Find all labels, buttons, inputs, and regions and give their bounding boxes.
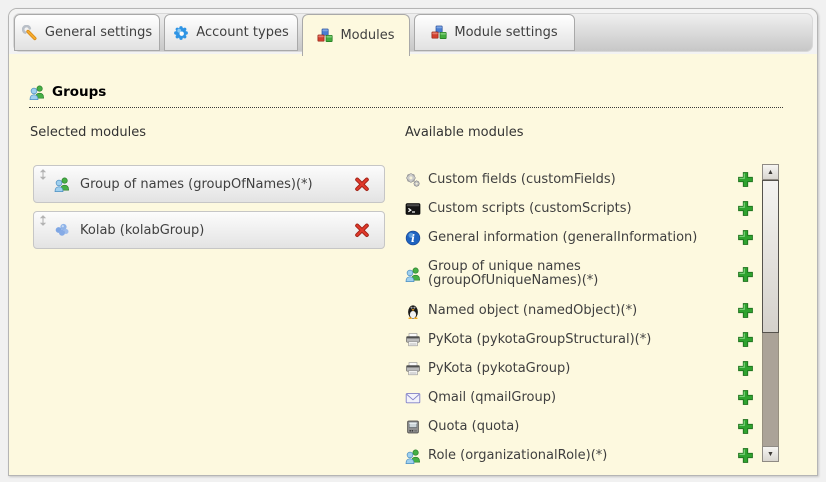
available-module-label: Quota (quota)	[428, 419, 519, 434]
remove-icon	[354, 176, 370, 192]
tab-bar: General settings Account types Modules Modu…	[13, 13, 813, 52]
tab-general-settings[interactable]: General settings	[14, 14, 160, 51]
available-module-label: Role (organizationalRole)(*)	[428, 448, 607, 463]
tab-account-types[interactable]: Account types	[164, 14, 298, 51]
available-modules-list: Custom fields (customFields) Custom scrip…	[405, 165, 756, 470]
add-module-button[interactable]	[737, 302, 754, 319]
penguin-icon	[405, 303, 421, 319]
available-module-row: Quota (quota)	[405, 412, 756, 441]
plus-icon	[737, 200, 754, 217]
available-module-row: Named object (namedObject)(*)	[405, 296, 756, 325]
kolab-icon	[54, 222, 70, 238]
available-modules-label: Available modules	[405, 125, 523, 140]
tab-module-settings[interactable]: Module settings	[414, 14, 575, 51]
group-icon	[405, 448, 421, 464]
selected-modules-label: Selected modules	[30, 125, 146, 140]
printer-icon	[405, 332, 421, 348]
tab-label: Module settings	[454, 25, 557, 40]
add-module-button[interactable]	[737, 229, 754, 246]
scroll-down-icon: ▼	[767, 451, 774, 458]
available-module-row: Group of unique names (groupOfUniqueName…	[405, 252, 756, 296]
plus-icon	[737, 229, 754, 246]
add-module-button[interactable]	[737, 200, 754, 217]
add-module-button[interactable]	[737, 360, 754, 377]
scrollbar-thumb[interactable]	[762, 180, 779, 333]
available-module-row: Custom fields (customFields)	[405, 165, 756, 194]
group-icon	[29, 84, 45, 100]
printer-icon	[405, 361, 421, 377]
drag-handle-icon[interactable]	[39, 169, 47, 180]
envelope-icon	[405, 390, 421, 406]
modules-icon	[431, 25, 447, 41]
available-module-label: Group of unique names (groupOfUniqueName…	[428, 260, 633, 288]
disk-icon	[405, 419, 421, 435]
plus-icon	[737, 447, 754, 464]
plus-icon	[737, 331, 754, 348]
available-module-label: Qmail (qmailGroup)	[428, 390, 556, 405]
section-title: Groups	[52, 84, 106, 100]
available-module-label: PyKota (pykotaGroup)	[428, 361, 570, 376]
available-module-row: PyKota (pykotaGroupStructural)(*)	[405, 325, 756, 354]
drag-handle-icon[interactable]	[39, 215, 47, 226]
tab-label: Modules	[340, 28, 394, 43]
remove-icon	[354, 222, 370, 238]
plus-icon	[737, 171, 754, 188]
group-icon	[405, 266, 421, 282]
scroll-up-icon: ▲	[767, 169, 774, 176]
plus-icon	[737, 266, 754, 283]
tab-band: General settings Account types Modules Modu…	[9, 9, 817, 54]
add-module-button[interactable]	[737, 389, 754, 406]
plus-icon	[737, 360, 754, 377]
group-icon	[54, 176, 70, 192]
scroll-up-button[interactable]: ▲	[762, 164, 779, 180]
add-module-button[interactable]	[737, 447, 754, 464]
available-module-row: PyKota (pykotaGroup)	[405, 354, 756, 383]
section-header: Groups	[29, 84, 783, 108]
selected-module-row: Group of names (groupOfNames)(*)	[33, 165, 385, 203]
selected-modules-list: Group of names (groupOfNames)(*) Kolab (k…	[33, 165, 385, 249]
tab-modules[interactable]: Modules	[302, 14, 410, 56]
available-module-label: Custom fields (customFields)	[428, 172, 616, 187]
add-module-button[interactable]	[737, 171, 754, 188]
gear-icon	[173, 25, 189, 41]
available-module-row: i General information (generalInformation…	[405, 223, 756, 252]
scrollbar: ▲ ▼	[762, 164, 779, 462]
selected-module-label: Group of names (groupOfNames)(*)	[80, 177, 313, 192]
remove-module-button[interactable]	[354, 176, 370, 192]
available-module-label: General information (generalInformation)	[428, 230, 697, 245]
screen: General settings Account types Modules Modu…	[0, 0, 826, 482]
selected-module-label: Kolab (kolabGroup)	[80, 223, 204, 238]
svg-text:i: i	[411, 233, 415, 245]
wrench-icon	[22, 25, 38, 41]
add-module-button[interactable]	[737, 331, 754, 348]
modules-icon	[317, 28, 333, 44]
add-module-button[interactable]	[737, 418, 754, 435]
available-module-row: Qmail (qmailGroup)	[405, 383, 756, 412]
tab-label: General settings	[45, 25, 152, 40]
add-module-button[interactable]	[737, 266, 754, 283]
plus-icon	[737, 418, 754, 435]
tab-label: Account types	[196, 25, 288, 40]
selected-module-row: Kolab (kolabGroup)	[33, 211, 385, 249]
terminal-icon	[405, 201, 421, 217]
available-module-label: Named object (namedObject)(*)	[428, 303, 637, 318]
plus-icon	[737, 389, 754, 406]
available-module-row: Custom scripts (customScripts)	[405, 194, 756, 223]
available-module-row: Role (organizationalRole)(*)	[405, 441, 756, 470]
remove-module-button[interactable]	[354, 222, 370, 238]
scroll-down-button[interactable]: ▼	[762, 446, 779, 462]
available-module-label: PyKota (pykotaGroupStructural)(*)	[428, 332, 651, 347]
info-icon: i	[405, 230, 421, 246]
available-module-label: Custom scripts (customScripts)	[428, 201, 632, 216]
gears-icon	[405, 172, 421, 188]
plus-icon	[737, 302, 754, 319]
